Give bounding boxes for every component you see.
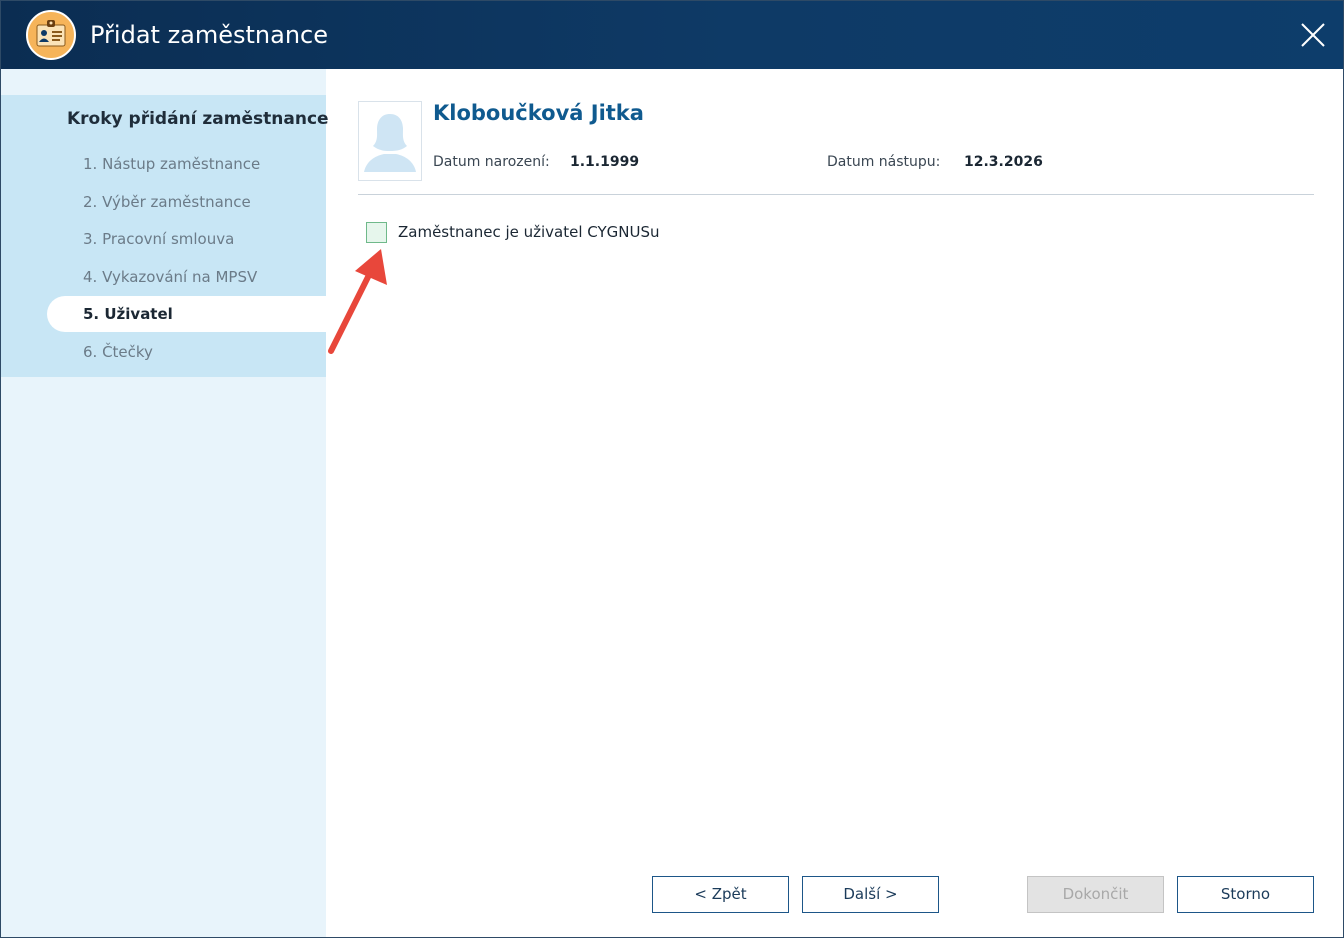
employee-card-icon — [26, 10, 76, 60]
close-icon — [1301, 23, 1325, 47]
close-button[interactable] — [1291, 15, 1335, 55]
annotation-arrow-icon — [328, 249, 387, 354]
is-user-checkbox[interactable] — [366, 222, 387, 243]
steps-panel: Kroky přidání zaměstnance 1. Nástup zamě… — [1, 95, 329, 377]
next-button[interactable]: Další > — [802, 876, 939, 913]
back-button[interactable]: < Zpět — [652, 876, 789, 913]
birth-date-value: 1.1.1999 — [570, 154, 640, 170]
person-silhouette-icon — [364, 114, 416, 172]
birth-date-label: Datum narození: — [433, 154, 550, 170]
step-item-uzivatel[interactable]: 5. Uživatel — [83, 305, 173, 323]
title-bar: Přidat zaměstnance — [1, 1, 1343, 69]
steps-sidebar: Kroky přidání zaměstnance 1. Nástup zamě… — [1, 69, 329, 937]
add-employee-dialog: Přidat zaměstnance Kroky přidání zaměstn… — [0, 0, 1344, 938]
step-item-ctecky[interactable]: 6. Čtečky — [83, 343, 153, 361]
start-date-label: Datum nástupu: — [827, 154, 941, 170]
step-item-mpsv[interactable]: 4. Vykazování na MPSV — [83, 268, 257, 286]
employee-avatar — [358, 101, 422, 181]
cancel-button[interactable]: Storno — [1177, 876, 1314, 913]
steps-heading: Kroky přidání zaměstnance — [67, 109, 329, 129]
window-title: Přidat zaměstnance — [90, 21, 329, 49]
step-item-vyber[interactable]: 2. Výběr zaměstnance — [83, 193, 251, 211]
step-item-smlouva[interactable]: 3. Pracovní smlouva — [83, 230, 234, 248]
start-date-value: 12.3.2026 — [964, 154, 1043, 170]
employee-name: Kloboučková Jitka — [433, 101, 644, 125]
finish-button: Dokončit — [1027, 876, 1164, 913]
step-item-nastup[interactable]: 1. Nástup zaměstnance — [83, 155, 260, 173]
header-divider — [358, 194, 1314, 195]
is-user-checkbox-label[interactable]: Zaměstnanec je uživatel CYGNUSu — [398, 223, 660, 241]
